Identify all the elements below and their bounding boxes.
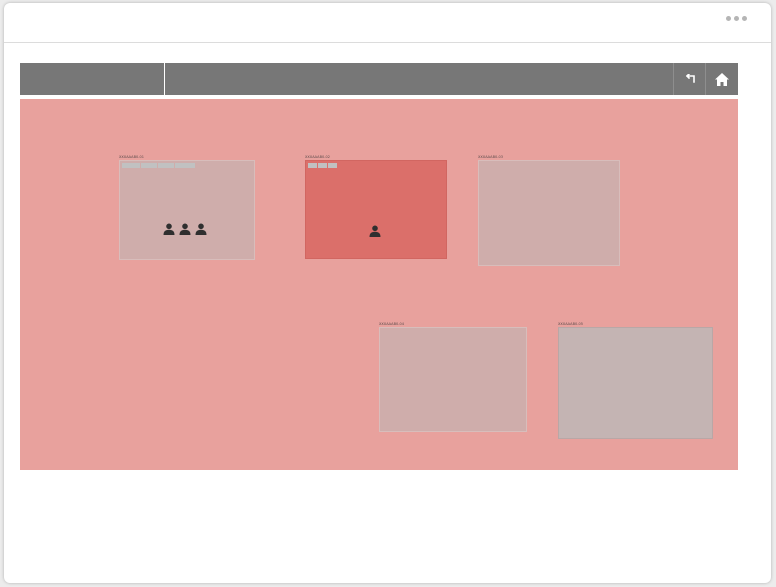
card-header (4, 3, 771, 43)
room-tag (308, 163, 317, 168)
room-area[interactable] (305, 160, 447, 259)
back-button[interactable] (673, 63, 706, 95)
occupants (369, 225, 381, 237)
more-dot (726, 16, 731, 21)
room-tag (158, 163, 174, 168)
person-icon[interactable] (179, 223, 191, 235)
room-area[interactable] (379, 327, 527, 432)
room-area[interactable] (119, 160, 255, 260)
back-arrow-icon (685, 74, 695, 83)
room-label: XXXAAAB0-01 (119, 155, 144, 159)
room-label: XXXAAAB0-04 (379, 322, 404, 326)
floor-plan: XXXAAAB0-01 XXXAAAB0-02 XXXAAAB0-03 XXXA… (20, 99, 738, 470)
room-label: XXXAAAB0-03 (478, 155, 503, 159)
room-5: XXXAAAB0-05 (558, 322, 713, 439)
room-tag (141, 163, 157, 168)
toolbar-title-area (20, 63, 165, 95)
room-tag (318, 163, 327, 168)
home-icon (715, 72, 729, 86)
more-dots-icon[interactable] (726, 16, 747, 21)
room-tag (122, 163, 140, 168)
room-4: XXXAAAB0-04 (379, 322, 527, 432)
person-icon[interactable] (369, 225, 381, 237)
home-button[interactable] (705, 63, 738, 95)
room-tags (122, 163, 195, 168)
person-icon[interactable] (195, 223, 207, 235)
occupants (163, 223, 207, 235)
main-card: XXXAAAB0-01 XXXAAAB0-02 XXXAAAB0-03 XXXA… (4, 3, 771, 583)
room-label: XXXAAAB0-02 (305, 155, 330, 159)
person-icon[interactable] (163, 223, 175, 235)
more-dot (734, 16, 739, 21)
room-area[interactable] (478, 160, 620, 266)
room-tags (308, 163, 337, 168)
room-3: XXXAAAB0-03 (478, 155, 620, 266)
room-2: XXXAAAB0-02 (305, 155, 447, 259)
room-area[interactable] (558, 327, 713, 439)
room-tag (175, 163, 195, 168)
room-1: XXXAAAB0-01 (119, 155, 255, 260)
floor-toolbar (20, 63, 738, 95)
more-dot (742, 16, 747, 21)
room-label: XXXAAAB0-05 (558, 322, 583, 326)
room-tag (328, 163, 337, 168)
